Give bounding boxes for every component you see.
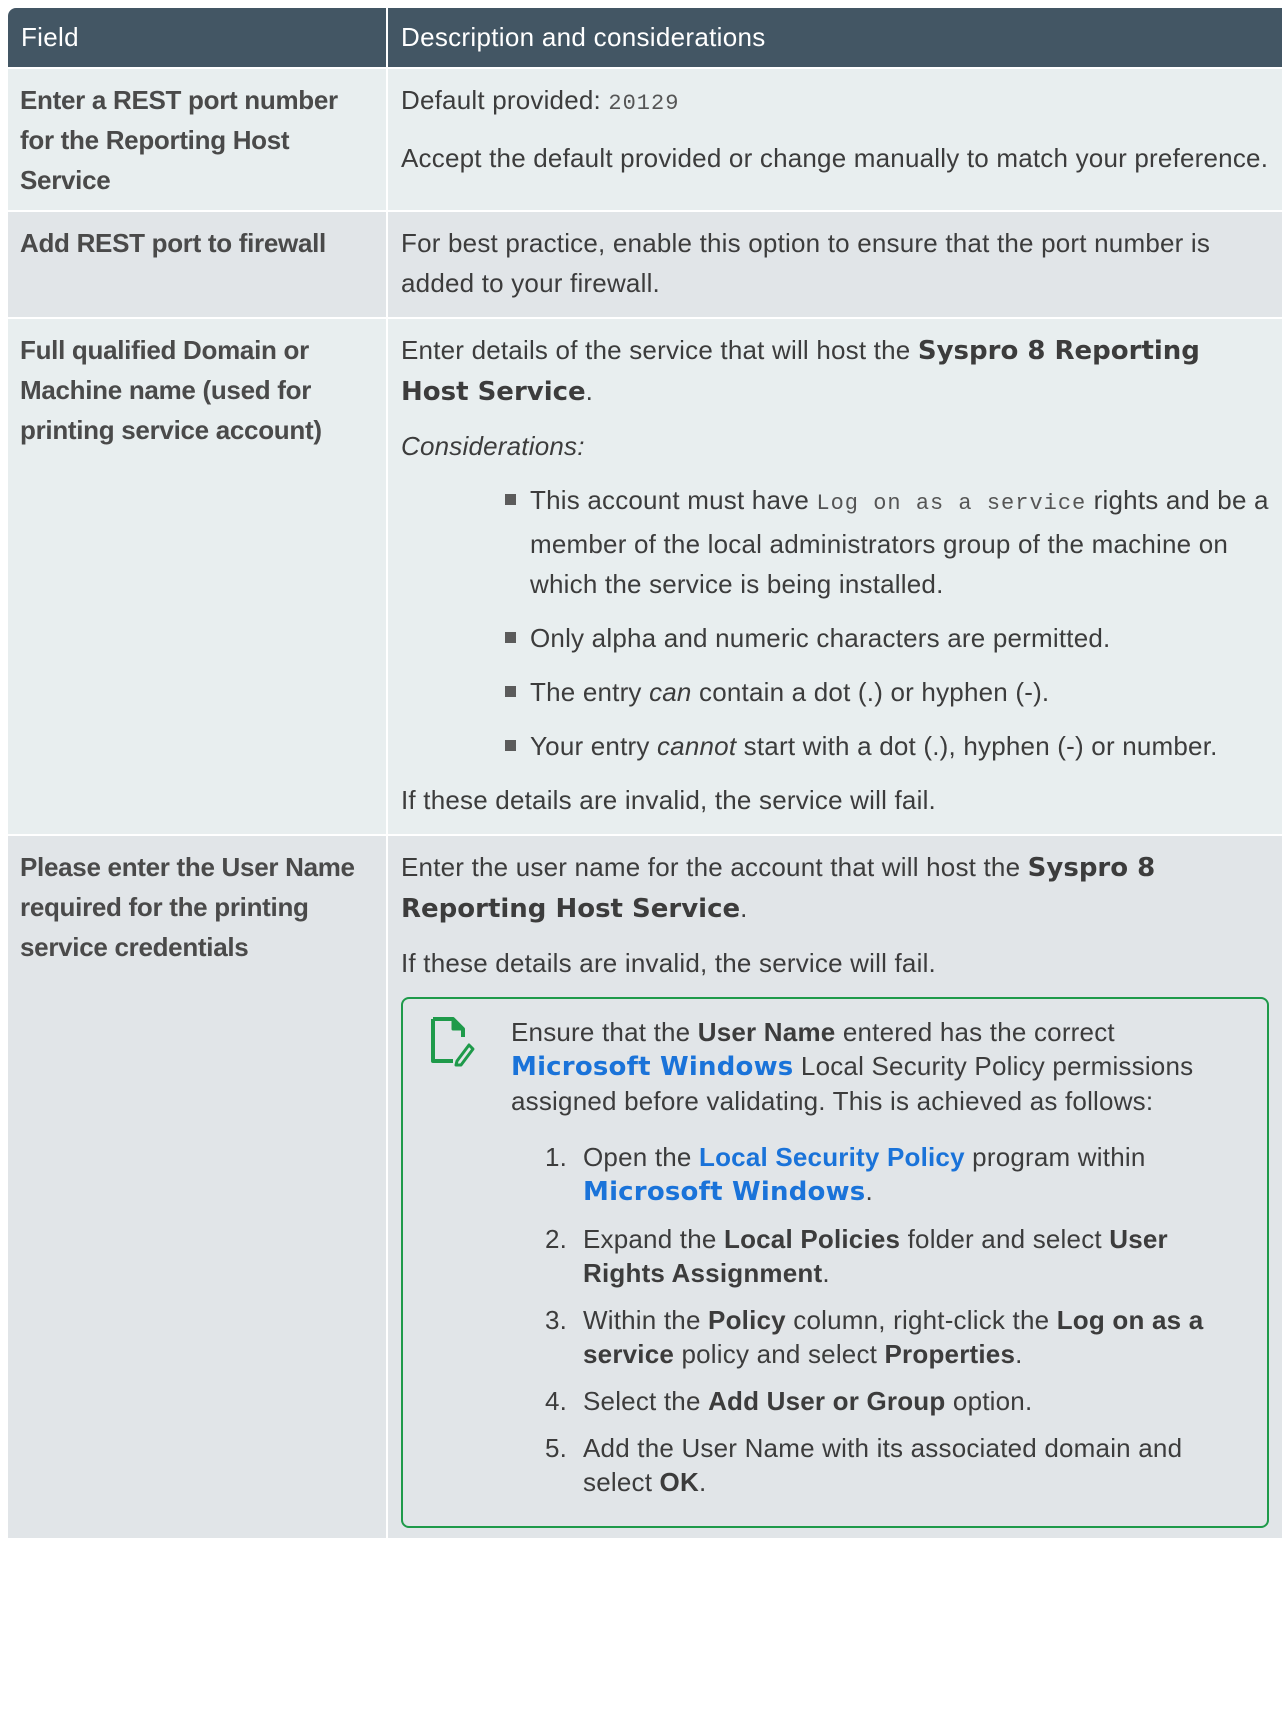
- description-text: For best practice, enable this option to…: [401, 228, 1211, 298]
- step-number: 3.: [545, 1305, 568, 1335]
- field-description: Enter the user name for the account that…: [387, 834, 1282, 1538]
- considerations-list: This account must have Log on as a servi…: [401, 480, 1269, 766]
- bullet-square-icon: [505, 632, 516, 643]
- table-header-row: Field Description and considerations: [8, 8, 1282, 68]
- bullet-square-icon: [505, 740, 516, 751]
- table-row: Enter a REST port number for the Reporti…: [8, 67, 1282, 211]
- header-description: Description and considerations: [387, 8, 1282, 68]
- step-text: Expand the: [583, 1224, 724, 1254]
- intro-end: .: [740, 893, 748, 923]
- step-text: column, right-click the: [785, 1305, 1057, 1335]
- description-outro: If these details are invalid, the servic…: [401, 785, 936, 815]
- note-edit-icon: [431, 1017, 475, 1067]
- description-outro: If these details are invalid, the servic…: [401, 948, 936, 978]
- description-text: Accept the default provided or change ma…: [401, 143, 1269, 173]
- note-text: Ensure that the User Name entered has th…: [511, 1015, 1249, 1118]
- list-item: This account must have Log on as a servi…: [505, 480, 1269, 604]
- step-text: policy and select: [674, 1339, 885, 1369]
- table-row: Add REST port to firewall For best pract…: [8, 210, 1282, 318]
- default-port-value: 20129: [608, 91, 680, 116]
- field-description: For best practice, enable this option to…: [387, 210, 1282, 318]
- considerations-heading: Considerations:: [401, 431, 585, 461]
- microsoft-windows-link[interactable]: Microsoft Windows: [583, 1177, 865, 1207]
- step-number: 4.: [545, 1386, 568, 1416]
- field-name: Add REST port to firewall: [8, 210, 388, 318]
- step-text: folder and select: [900, 1224, 1110, 1254]
- default-label: Default provided:: [401, 85, 601, 115]
- bullet-text: contain a dot (.) or hyphen (-).: [691, 677, 1050, 707]
- list-item: Only alpha and numeric characters are pe…: [505, 618, 1269, 658]
- step-number: 1.: [545, 1142, 568, 1172]
- step-text: Within the: [583, 1305, 709, 1335]
- bullet-text: This account must have: [530, 485, 817, 515]
- field-description-table: Field Description and considerations Ent…: [8, 8, 1282, 1538]
- bullet-text: Only alpha and numeric characters are pe…: [530, 623, 1111, 653]
- header-field: Field: [8, 8, 388, 68]
- step-text: .: [698, 1467, 707, 1497]
- bullet-square-icon: [505, 686, 516, 697]
- list-item: The entry can contain a dot (.) or hyphe…: [505, 672, 1269, 712]
- step-text: Open the: [583, 1142, 699, 1172]
- step-text: .: [1015, 1339, 1023, 1369]
- bullet-square-icon: [505, 494, 516, 505]
- list-item: 4. Select the Add User or Group option.: [545, 1384, 1249, 1418]
- step-text: program within: [964, 1142, 1146, 1172]
- step-bold: Local Policies: [723, 1224, 901, 1254]
- step-text: .: [865, 1176, 873, 1206]
- step-bold: Policy: [708, 1305, 786, 1335]
- field-name: Please enter the User Name required for …: [8, 834, 388, 1538]
- field-description: Default provided: 20129 Accept the defau…: [387, 67, 1282, 211]
- note-text-part: entered has the correct: [835, 1017, 1115, 1047]
- table-row: Full qualified Domain or Machine name (u…: [8, 317, 1282, 835]
- step-bold: Add User or Group: [708, 1386, 946, 1416]
- list-item: 1. Open the Local Security Policy program…: [545, 1140, 1249, 1209]
- microsoft-windows-link[interactable]: Microsoft Windows: [511, 1052, 793, 1082]
- emphasis-text: cannot: [656, 731, 737, 761]
- description-intro: Enter details of the service that will h…: [401, 330, 1269, 412]
- steps-list: 1. Open the Local Security Policy program…: [511, 1140, 1249, 1499]
- field-name: Enter a REST port number for the Reporti…: [8, 67, 388, 211]
- intro-end: .: [585, 376, 594, 406]
- note-text-part: Ensure that the: [511, 1017, 698, 1047]
- bullet-text: start with a dot (.), hyphen (-) or numb…: [736, 731, 1218, 761]
- table-row: Please enter the User Name required for …: [8, 834, 1282, 1538]
- intro-text: Enter the user name for the account that…: [401, 852, 1028, 882]
- note-box: Ensure that the User Name entered has th…: [401, 997, 1269, 1528]
- step-text: .: [822, 1258, 830, 1288]
- description-intro: Enter the user name for the account that…: [401, 847, 1269, 929]
- list-item: 3. Within the Policy column, right-click …: [545, 1303, 1249, 1371]
- emphasis-text: can: [649, 677, 692, 707]
- list-item: 2. Expand the Local Policies folder and s…: [545, 1222, 1249, 1290]
- default-line: Default provided: 20129: [401, 80, 1269, 124]
- step-text: Select the: [583, 1386, 709, 1416]
- step-text: option.: [945, 1386, 1033, 1416]
- list-item: Your entry cannot start with a dot (.), …: [505, 726, 1269, 766]
- local-security-policy-link[interactable]: Local Security Policy: [699, 1142, 965, 1172]
- field-name: Full qualified Domain or Machine name (u…: [8, 317, 388, 835]
- step-number: 5.: [545, 1433, 568, 1463]
- field-description: Enter details of the service that will h…: [387, 317, 1282, 835]
- code-text: Log on as a service: [816, 491, 1087, 516]
- step-bold: OK: [659, 1467, 699, 1497]
- step-bold: Properties: [884, 1339, 1016, 1369]
- list-item: 5. Add the User Name with its associated …: [545, 1431, 1249, 1499]
- bullet-text: Your entry: [530, 731, 657, 761]
- note-bold: User Name: [697, 1017, 836, 1047]
- step-number: 2.: [545, 1224, 568, 1254]
- bullet-text: The entry: [530, 677, 650, 707]
- intro-text: Enter details of the service that will h…: [401, 335, 918, 365]
